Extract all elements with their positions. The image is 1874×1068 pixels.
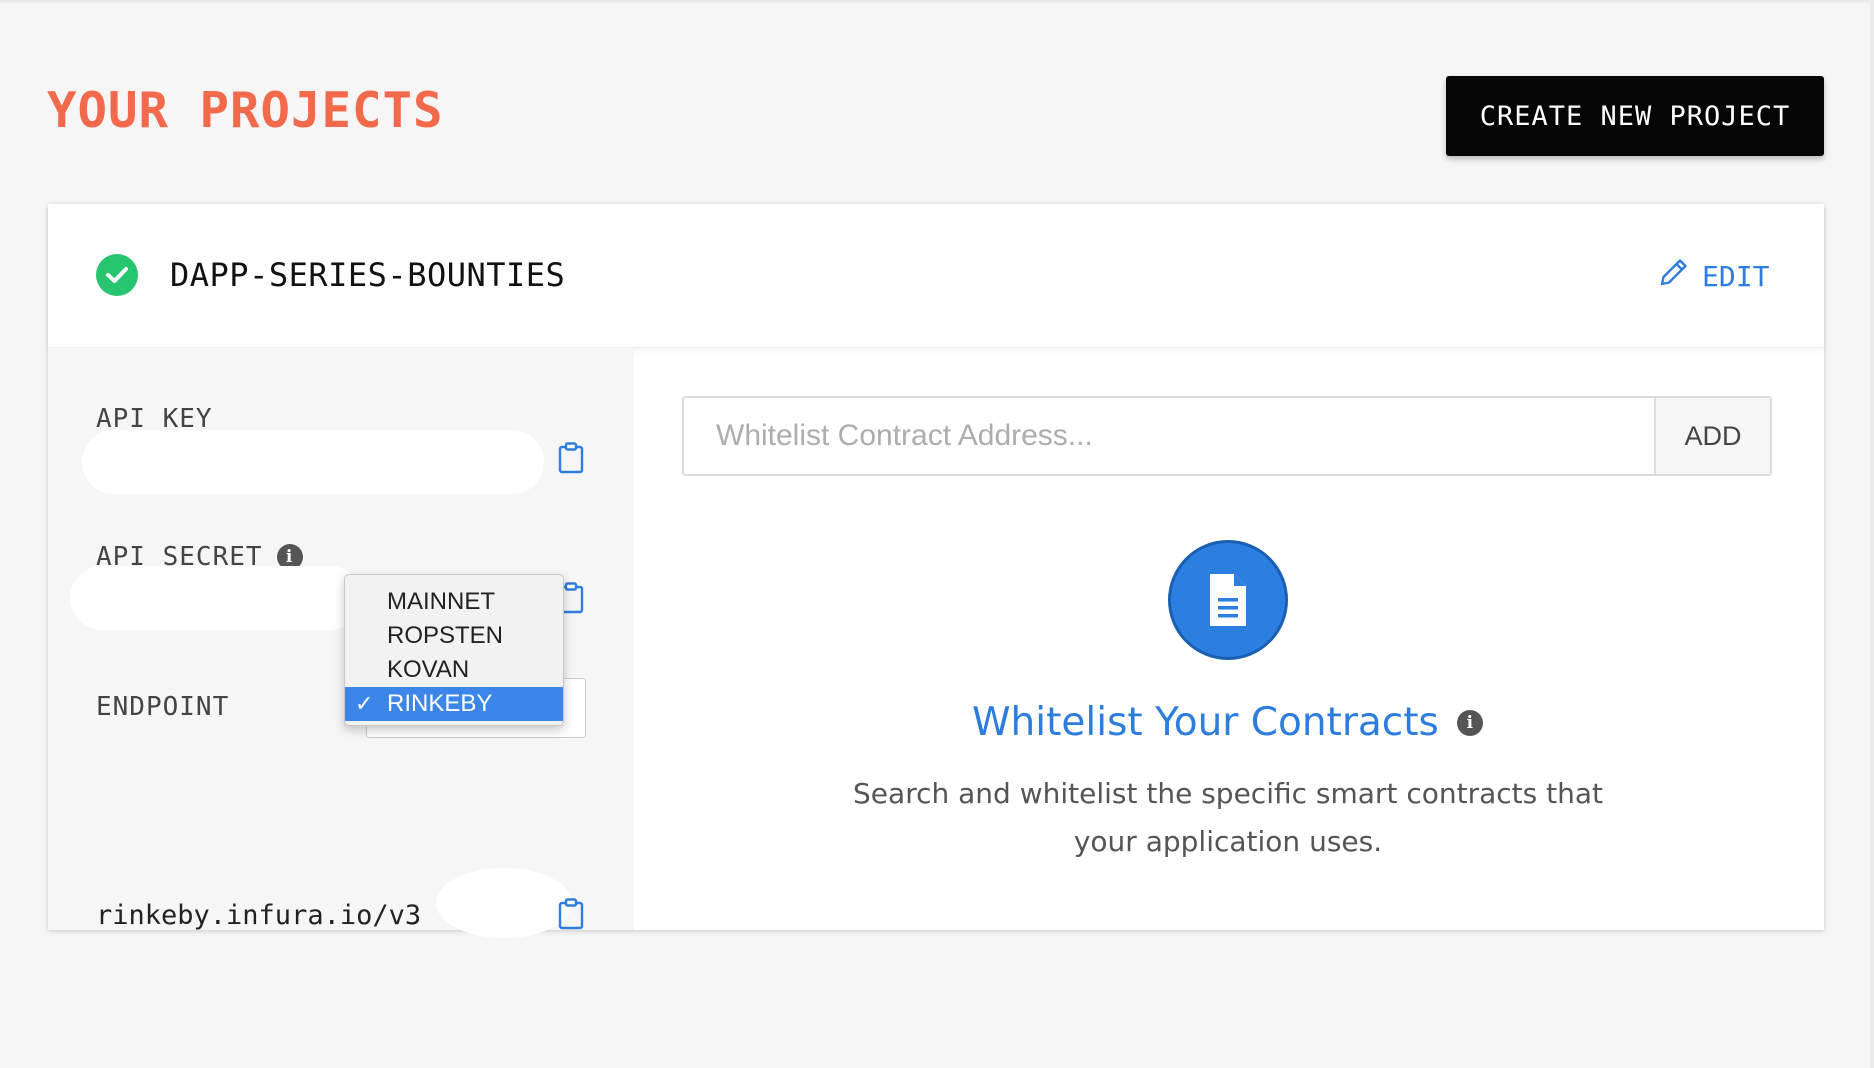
endpoint-label: ENDPOINT — [96, 692, 230, 722]
project-card: DAPP-SERIES-BOUNTIES EDIT API KEY API SE… — [48, 204, 1824, 938]
clipboard-icon[interactable] — [558, 898, 584, 935]
api-key-value-redacted — [82, 430, 544, 494]
document-icon — [1168, 540, 1288, 660]
endpoint-url: rinkeby.infura.io/v3 — [96, 900, 422, 931]
endpoint-key-redacted — [436, 868, 572, 938]
page-title: YOUR PROJECTS — [47, 82, 444, 139]
clipboard-icon[interactable] — [558, 442, 584, 479]
checkmark-icon: ✓ — [355, 691, 374, 716]
dropdown-option-rinkeby[interactable]: ✓ RINKEBY — [345, 687, 563, 721]
scrollbar-edge — [1870, 0, 1874, 1068]
dropdown-option-mainnet[interactable]: MAINNET — [345, 585, 563, 619]
whitelist-title-row: Whitelist Your Contracts i — [972, 700, 1492, 745]
whitelist-address-input[interactable] — [682, 396, 1656, 476]
dropdown-option-kovan[interactable]: KOVAN — [345, 653, 563, 687]
api-secret-value-redacted — [70, 566, 362, 630]
edit-button[interactable]: EDIT — [1656, 256, 1769, 297]
project-card-header: DAPP-SERIES-BOUNTIES EDIT — [48, 204, 1824, 348]
add-button[interactable]: ADD — [1654, 396, 1772, 476]
pencil-icon — [1656, 256, 1690, 297]
whitelist-description: Search and whitelist the specific smart … — [853, 777, 1603, 858]
dropdown-option-ropsten[interactable]: ROPSTEN — [345, 619, 563, 653]
edit-label: EDIT — [1702, 260, 1770, 293]
whitelist-title: Whitelist Your Contracts — [972, 700, 1439, 745]
check-circle-icon — [96, 254, 138, 296]
network-dropdown-menu: MAINNET ROPSTEN KOVAN ✓ RINKEBY — [344, 574, 564, 726]
create-new-project-button[interactable]: CREATE NEW PROJECT — [1446, 76, 1824, 156]
project-name: DAPP-SERIES-BOUNTIES — [170, 256, 566, 294]
top-shadow — [0, 0, 1874, 4]
info-icon[interactable]: i — [1456, 709, 1483, 736]
